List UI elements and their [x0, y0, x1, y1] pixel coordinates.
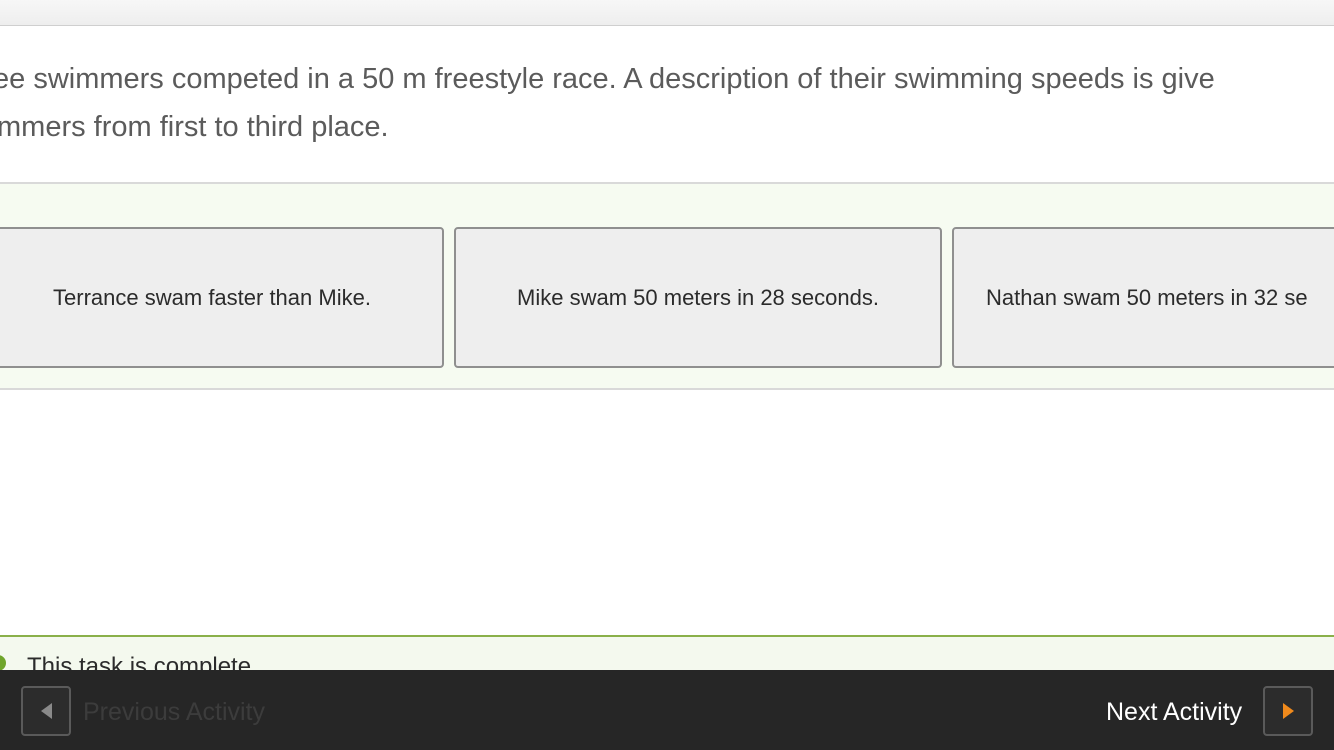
question-prompt: ee swimmers competed in a 50 m freestyle…: [0, 55, 1334, 155]
top-toolbar: [0, 0, 1334, 26]
draggable-card[interactable]: Mike swam 50 meters in 28 seconds.: [454, 227, 942, 368]
next-activity-button[interactable]: [1263, 686, 1313, 736]
completion-status-bar: This task is complete: [0, 635, 1334, 673]
previous-activity-label[interactable]: Previous Activity: [83, 698, 265, 727]
complete-check-icon: [0, 655, 6, 671]
prompt-line-2: mmers from first to third place.: [0, 111, 389, 143]
draggable-card[interactable]: Nathan swam 50 meters in 32 se: [952, 227, 1334, 368]
footer-nav: Previous Activity Next Activity: [0, 670, 1334, 750]
next-activity-label[interactable]: Next Activity: [1106, 698, 1242, 727]
draggable-card[interactable]: Terrance swam faster than Mike.: [0, 227, 444, 368]
previous-activity-button[interactable]: [21, 686, 71, 736]
arrow-left-icon: [40, 703, 52, 719]
answer-area: Terrance swam faster than Mike. Mike swa…: [0, 182, 1334, 390]
arrow-right-icon: [1282, 703, 1294, 719]
prompt-line-1: ee swimmers competed in a 50 m freestyle…: [0, 63, 1215, 95]
